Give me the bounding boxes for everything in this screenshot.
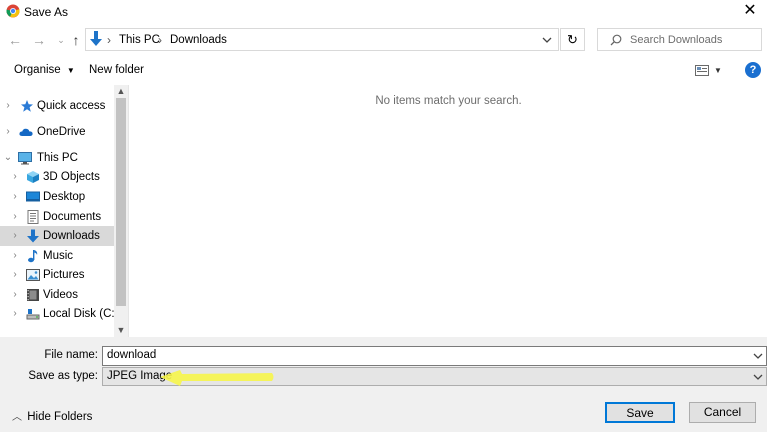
nav-item-videos[interactable]: › Videos <box>0 285 114 305</box>
save-as-type-dropdown-chevron-icon[interactable] <box>753 374 763 380</box>
downloads-icon <box>27 229 39 243</box>
nav-item-pictures[interactable]: › Pictures <box>0 265 114 285</box>
expand-chevron-icon[interactable]: › <box>10 246 20 266</box>
star-icon <box>21 100 33 112</box>
breadcrumb-separator: › <box>158 33 162 47</box>
chevron-up-icon: ︿ <box>12 412 22 423</box>
drive-icon <box>26 309 40 320</box>
collapse-chevron-icon[interactable]: ⌄ <box>3 148 13 168</box>
nav-item-music[interactable]: › Music <box>0 246 114 266</box>
expand-chevron-icon[interactable]: › <box>10 226 20 246</box>
address-dropdown-chevron-icon[interactable] <box>542 37 552 43</box>
organise-menu-button[interactable]: Organise ▼ <box>14 64 75 76</box>
search-input[interactable]: Search Downloads <box>597 28 762 51</box>
refresh-icon: ↻ <box>567 32 578 47</box>
expand-chevron-icon[interactable]: › <box>3 122 13 142</box>
view-options-icon[interactable] <box>695 65 709 76</box>
file-name-dropdown-chevron-icon[interactable] <box>753 353 763 359</box>
search-icon <box>610 34 622 46</box>
file-name-label: File name: <box>44 349 98 361</box>
nav-item-this-pc[interactable]: ⌄ This PC <box>0 148 114 168</box>
cloud-icon <box>19 128 33 136</box>
breadcrumb-separator: › <box>107 33 111 47</box>
close-icon[interactable]: ✕ <box>739 1 761 21</box>
computer-icon <box>18 152 32 165</box>
expand-chevron-icon[interactable]: › <box>10 304 20 324</box>
window-title: Save As <box>24 5 69 19</box>
music-icon <box>28 250 38 263</box>
search-placeholder: Search Downloads <box>630 34 723 46</box>
file-name-value: download <box>107 349 157 361</box>
back-arrow-icon[interactable]: ← <box>7 32 23 48</box>
navigation-pane: › Quick access › OneDrive ⌄ This PC › 3D… <box>0 85 128 337</box>
help-icon[interactable]: ? <box>745 62 761 78</box>
title-bar <box>0 0 767 24</box>
videos-icon <box>27 289 39 301</box>
hide-folders-label: Hide Folders <box>27 411 93 423</box>
chrome-app-icon <box>6 4 20 18</box>
expand-chevron-icon[interactable]: › <box>3 96 13 116</box>
recent-locations-chevron-icon[interactable]: ⌄ <box>53 32 69 48</box>
nav-scrollbar-thumb[interactable] <box>116 98 126 306</box>
nav-item-downloads[interactable]: › Downloads <box>0 226 114 246</box>
nav-item-onedrive[interactable]: › OneDrive <box>0 122 114 142</box>
expand-chevron-icon[interactable]: › <box>10 167 20 187</box>
expand-chevron-icon[interactable]: › <box>10 207 20 227</box>
cube-icon <box>27 171 39 183</box>
downloads-location-icon <box>90 31 102 46</box>
empty-results-message: No items match your search. <box>375 95 522 107</box>
highlight-arrow-annotation <box>160 370 274 386</box>
pictures-icon <box>26 269 40 281</box>
expand-chevron-icon[interactable]: › <box>10 265 20 285</box>
nav-item-quick-access[interactable]: › Quick access <box>0 96 114 116</box>
hide-folders-button[interactable]: ︿ Hide Folders <box>12 408 92 423</box>
organise-dropdown-icon: ▼ <box>66 66 75 75</box>
expand-chevron-icon[interactable]: › <box>10 285 20 305</box>
breadcrumb-this-pc[interactable]: This PC <box>119 34 160 46</box>
breadcrumb-downloads[interactable]: Downloads <box>170 34 227 46</box>
organise-label: Organise <box>14 64 61 76</box>
scroll-up-arrow-icon[interactable]: ▲ <box>115 86 127 96</box>
scroll-down-arrow-icon[interactable]: ▼ <box>115 325 127 335</box>
view-options-dropdown-icon[interactable]: ▼ <box>714 66 722 75</box>
nav-item-desktop[interactable]: › Desktop <box>0 187 114 207</box>
nav-item-documents[interactable]: › Documents <box>0 207 114 227</box>
cancel-button[interactable]: Cancel <box>689 402 756 423</box>
file-name-field[interactable]: download <box>102 346 767 366</box>
forward-arrow-icon[interactable]: → <box>31 32 47 48</box>
file-list-area[interactable] <box>129 85 767 337</box>
new-folder-button[interactable]: New folder <box>89 64 144 76</box>
save-as-type-label: Save as type: <box>28 370 98 382</box>
nav-item-local-disk[interactable]: › Local Disk (C:) <box>0 304 118 324</box>
nav-item-3d-objects[interactable]: › 3D Objects <box>0 167 114 187</box>
up-arrow-icon[interactable]: ↑ <box>68 32 84 48</box>
refresh-button[interactable]: ↻ <box>560 28 585 51</box>
save-button[interactable]: Save <box>605 402 675 423</box>
expand-chevron-icon[interactable]: › <box>10 187 20 207</box>
desktop-icon <box>26 191 40 202</box>
documents-icon <box>27 210 39 224</box>
